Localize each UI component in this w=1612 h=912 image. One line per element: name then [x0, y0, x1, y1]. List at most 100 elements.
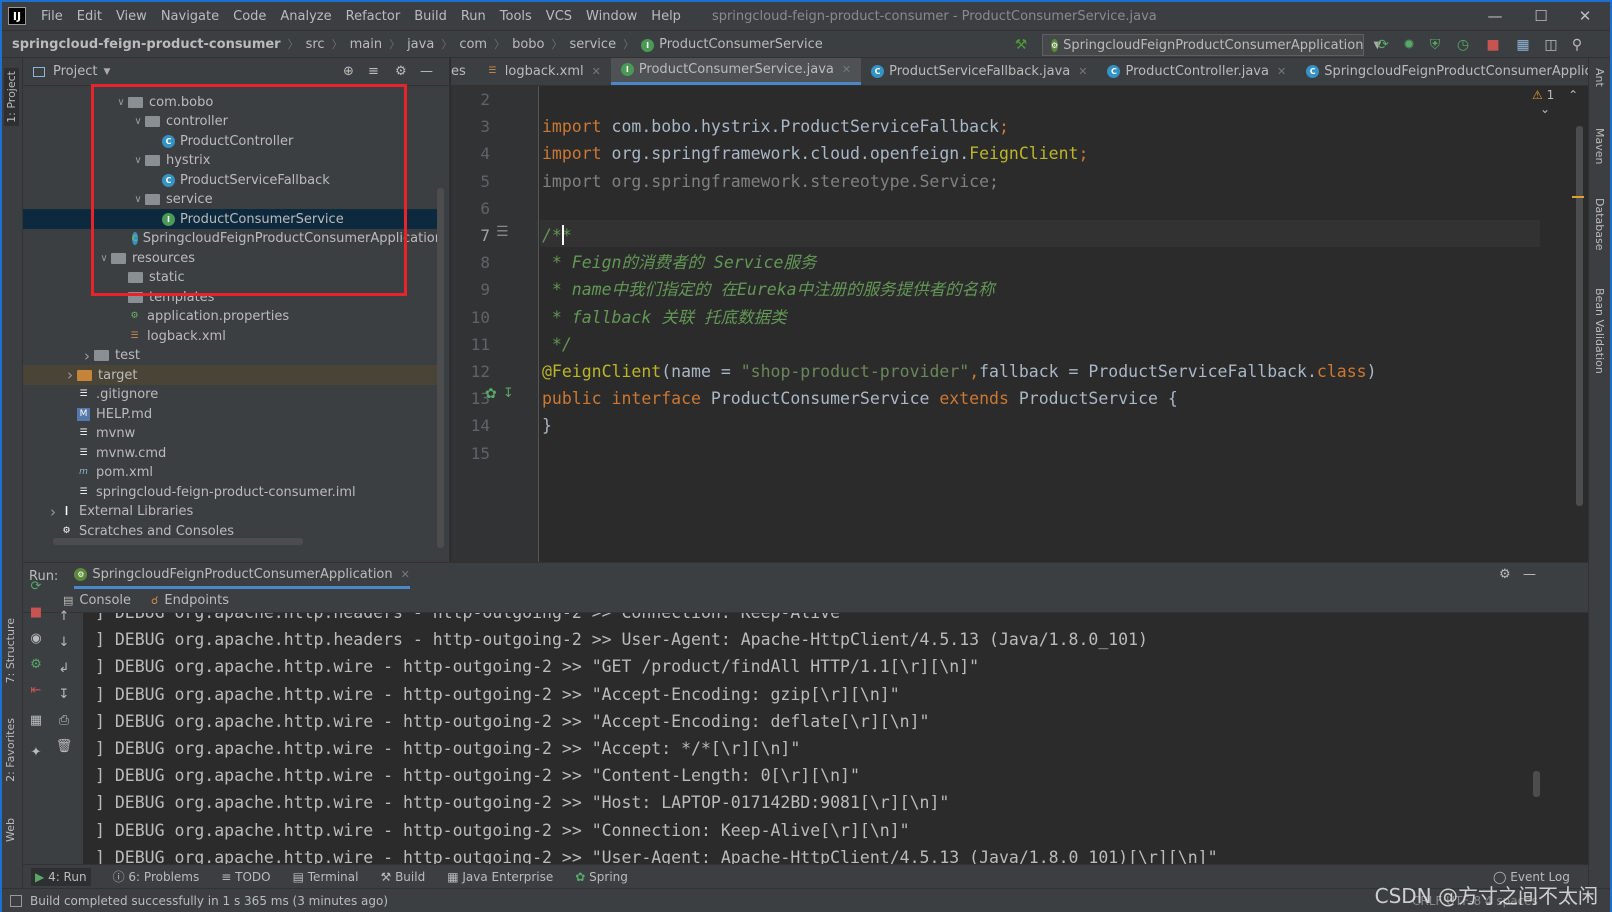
close-icon[interactable]: ✕ — [592, 65, 601, 78]
close-icon[interactable]: ✕ — [1277, 65, 1286, 78]
chevron-right-icon[interactable]: › — [63, 366, 77, 384]
tab-logback-xml[interactable]: ☰ logback.xml ✕ — [476, 58, 611, 85]
menu-window[interactable]: Window — [579, 9, 644, 24]
coverage-icon[interactable]: ⛨ — [1426, 36, 1444, 54]
tree-item[interactable]: ☰ logback.xml — [23, 326, 443, 346]
layout-icon[interactable]: ◫ — [1542, 36, 1560, 54]
gear-icon[interactable]: ⚙ — [395, 64, 407, 79]
close-icon[interactable]: ✕ — [842, 63, 851, 76]
tab-java-enterprise-tool[interactable]: ▦ Java Enterprise — [447, 870, 553, 884]
breadcrumb-item[interactable]: main — [350, 37, 382, 52]
down-arrow-icon[interactable]: ↓ — [55, 635, 73, 653]
maximize-button[interactable]: ☐ — [1518, 2, 1564, 30]
breadcrumb-item[interactable]: java — [407, 37, 434, 52]
console-output[interactable]: ] DEBUG org.apache.http.headers - http-o… — [91, 613, 1571, 865]
tab-run-tool[interactable]: ▶ 4: Run — [31, 867, 91, 886]
inspection-widget[interactable]: ⚠ 1 ⌃ ⌄ — [1532, 88, 1588, 116]
tab-terminal-tool[interactable]: ▤ Terminal — [293, 870, 359, 884]
gear-icon[interactable]: ⚙ — [1499, 567, 1511, 582]
spring-bean-icon[interactable]: ✿ — [485, 386, 497, 402]
status-toggle-icon[interactable] — [10, 894, 22, 907]
soft-wrap-icon[interactable]: ↲ — [55, 661, 73, 679]
menu-help[interactable]: Help — [644, 9, 688, 24]
close-icon[interactable]: ✕ — [1078, 65, 1087, 78]
menu-file[interactable]: File — [34, 9, 70, 24]
menu-tools[interactable]: Tools — [493, 9, 539, 24]
hide-icon[interactable]: — — [420, 64, 433, 79]
close-icon[interactable]: ✕ — [401, 568, 410, 581]
tab-build-tool[interactable]: ⚒ Build — [380, 870, 425, 884]
stop-icon[interactable]: ■ — [27, 605, 45, 623]
run-config-tab[interactable]: ⚙ SpringcloudFeignProductConsumerApplica… — [74, 563, 410, 589]
breadcrumb-item[interactable]: src — [306, 37, 325, 52]
tab-bean-validation-tool[interactable]: Bean Validation — [1593, 288, 1606, 374]
menu-edit[interactable]: Edit — [70, 9, 109, 24]
print-icon[interactable]: ⎙ — [55, 713, 73, 731]
chevron-right-icon[interactable]: › — [80, 347, 94, 365]
menu-refactor[interactable]: Refactor — [339, 9, 408, 24]
chevron-right-icon[interactable]: › — [46, 503, 60, 521]
chevron-down-icon[interactable]: ▼ — [103, 67, 110, 77]
tab-springcloudfeignproductconsumerapplication-java[interactable]: C SpringcloudFeignProductConsumerApplicat… — [1296, 58, 1588, 85]
tab-database-tool[interactable]: Database — [1593, 198, 1606, 251]
tree-scrollbar[interactable] — [437, 188, 444, 548]
tab-structure-tool[interactable]: 7: Structure — [4, 618, 17, 683]
menu-vcs[interactable]: VCS — [539, 9, 579, 24]
menu-build[interactable]: Build — [407, 9, 454, 24]
tab-favorites-tool[interactable]: 2: Favorites — [4, 718, 17, 782]
close-window-button[interactable]: ✕ — [1562, 2, 1608, 30]
trash-icon[interactable]: 🗑 — [55, 739, 73, 757]
menu-view[interactable]: View — [109, 9, 154, 24]
chevron-down-icon[interactable]: ⌄ — [1540, 102, 1550, 116]
exit-icon[interactable]: ⇤ — [27, 683, 45, 701]
tab-web-tool[interactable]: Web — [4, 818, 17, 842]
menu-run[interactable]: Run — [454, 9, 493, 24]
breadcrumb-item[interactable]: com — [459, 37, 487, 52]
pin-icon[interactable]: ✦ — [27, 745, 45, 763]
tab-console[interactable]: ▤ Console — [63, 593, 131, 608]
tree-item[interactable]: › ❙ External Libraries — [23, 502, 443, 522]
tree-item[interactable]: ☰ mvnw.cmd — [23, 443, 443, 463]
tab-project-tool[interactable]: 1: Project — [4, 68, 19, 126]
console-scrollbar[interactable] — [1533, 771, 1540, 797]
search-icon[interactable]: ⚲ — [1568, 36, 1586, 54]
run-config-selector[interactable]: ⚙ SpringcloudFeignProductConsumerApplica… — [1042, 34, 1381, 56]
profiler-icon[interactable]: ◷ — [1454, 36, 1472, 54]
status-message[interactable]: Build completed successfully in 1 s 365 … — [30, 894, 388, 908]
up-arrow-icon[interactable]: ↑ — [55, 609, 73, 627]
breadcrumb-item[interactable]: I ProductConsumerService — [641, 37, 823, 52]
minimize-button[interactable]: — — [1472, 2, 1518, 30]
tree-item[interactable]: M HELP.md — [23, 404, 443, 424]
tree-item[interactable]: m pom.xml — [23, 463, 443, 483]
tab-endpoints[interactable]: ☌ Endpoints — [151, 593, 229, 608]
tree-item[interactable]: ☰ mvnw — [23, 424, 443, 444]
breadcrumb-item[interactable]: bobo — [512, 37, 544, 52]
breadcrumb-item[interactable]: springcloud-feign-product-consumer — [12, 37, 281, 52]
rerun-icon[interactable]: ⟳ — [27, 579, 45, 597]
scroll-to-end-icon[interactable]: ↧ — [55, 687, 73, 705]
tab-maven-tool[interactable]: Maven — [1593, 128, 1606, 164]
collapse-all-icon[interactable]: ≡ — [368, 64, 379, 79]
debug-icon[interactable]: ✹ — [1400, 36, 1418, 54]
camera-icon[interactable]: ◉ — [27, 631, 45, 649]
tree-item[interactable]: › target — [23, 365, 443, 385]
implemented-icon[interactable]: ↧ — [503, 386, 514, 401]
menu-analyze[interactable]: Analyze — [273, 9, 338, 24]
code-editor[interactable]: import com.bobo.hystrix.ProductServiceFa… — [540, 86, 1588, 562]
build-hammer-icon[interactable]: ⚒ — [1012, 36, 1030, 54]
breadcrumb-item[interactable]: service — [570, 37, 617, 52]
chevron-up-icon[interactable]: ⌃ — [1568, 88, 1578, 102]
menu-code[interactable]: Code — [226, 9, 273, 24]
project-panel-title[interactable]: Project — [53, 64, 97, 79]
warning-marker[interactable] — [1572, 196, 1584, 198]
tree-item[interactable]: ☰ springcloud-feign-product-consumer.iml — [23, 482, 443, 502]
locate-icon[interactable]: ⊕ — [343, 64, 354, 79]
rerun-icon[interactable]: ⟳ — [1374, 36, 1392, 54]
layout-icon[interactable]: ▦ — [27, 713, 45, 731]
tab-productconsumerservice-java[interactable]: I ProductConsumerService.java ✕ — [610, 58, 862, 85]
tab-ant-tool[interactable]: Ant — [1593, 68, 1606, 87]
tab-productcontroller-java[interactable]: C ProductController.java ✕ — [1097, 58, 1296, 85]
menu-navigate[interactable]: Navigate — [154, 9, 226, 24]
tree-item[interactable]: ⚙ application.properties — [23, 307, 443, 327]
restore-icon[interactable]: ⚙ — [27, 657, 45, 675]
